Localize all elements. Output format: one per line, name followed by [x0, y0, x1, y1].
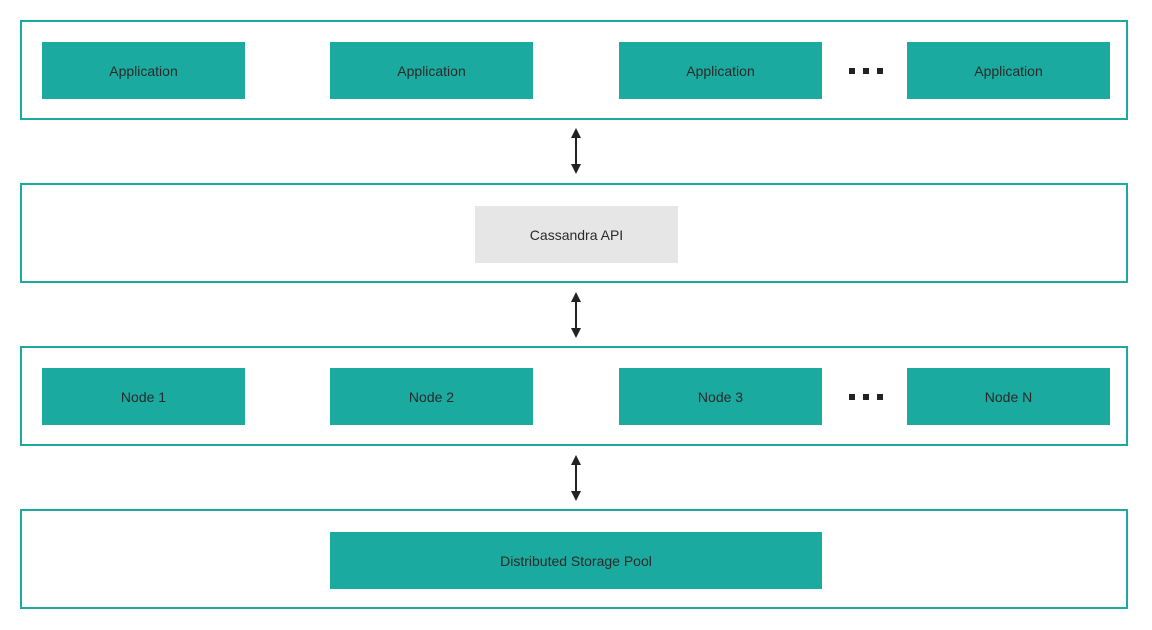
storage-layer: Distributed Storage Pool [20, 509, 1128, 609]
application-box: Application [619, 42, 822, 99]
node-box: Node N [907, 368, 1110, 425]
application-box: Application [907, 42, 1110, 99]
cassandra-api-box: Cassandra API [475, 206, 678, 263]
distributed-storage-pool-box: Distributed Storage Pool [330, 532, 822, 589]
applications-layer: Application Application Application Appl… [20, 20, 1128, 120]
node-box: Node 2 [330, 368, 533, 425]
ellipsis-icon [849, 68, 883, 74]
node-box: Node 1 [42, 368, 245, 425]
api-layer: Cassandra API [20, 183, 1128, 283]
bidirectional-arrow-icon [571, 292, 581, 338]
bidirectional-arrow-icon [571, 128, 581, 174]
application-box: Application [42, 42, 245, 99]
nodes-layer: Node 1 Node 2 Node 3 Node N [20, 346, 1128, 446]
bidirectional-arrow-icon [571, 455, 581, 501]
application-box: Application [330, 42, 533, 99]
ellipsis-icon [849, 394, 883, 400]
node-box: Node 3 [619, 368, 822, 425]
